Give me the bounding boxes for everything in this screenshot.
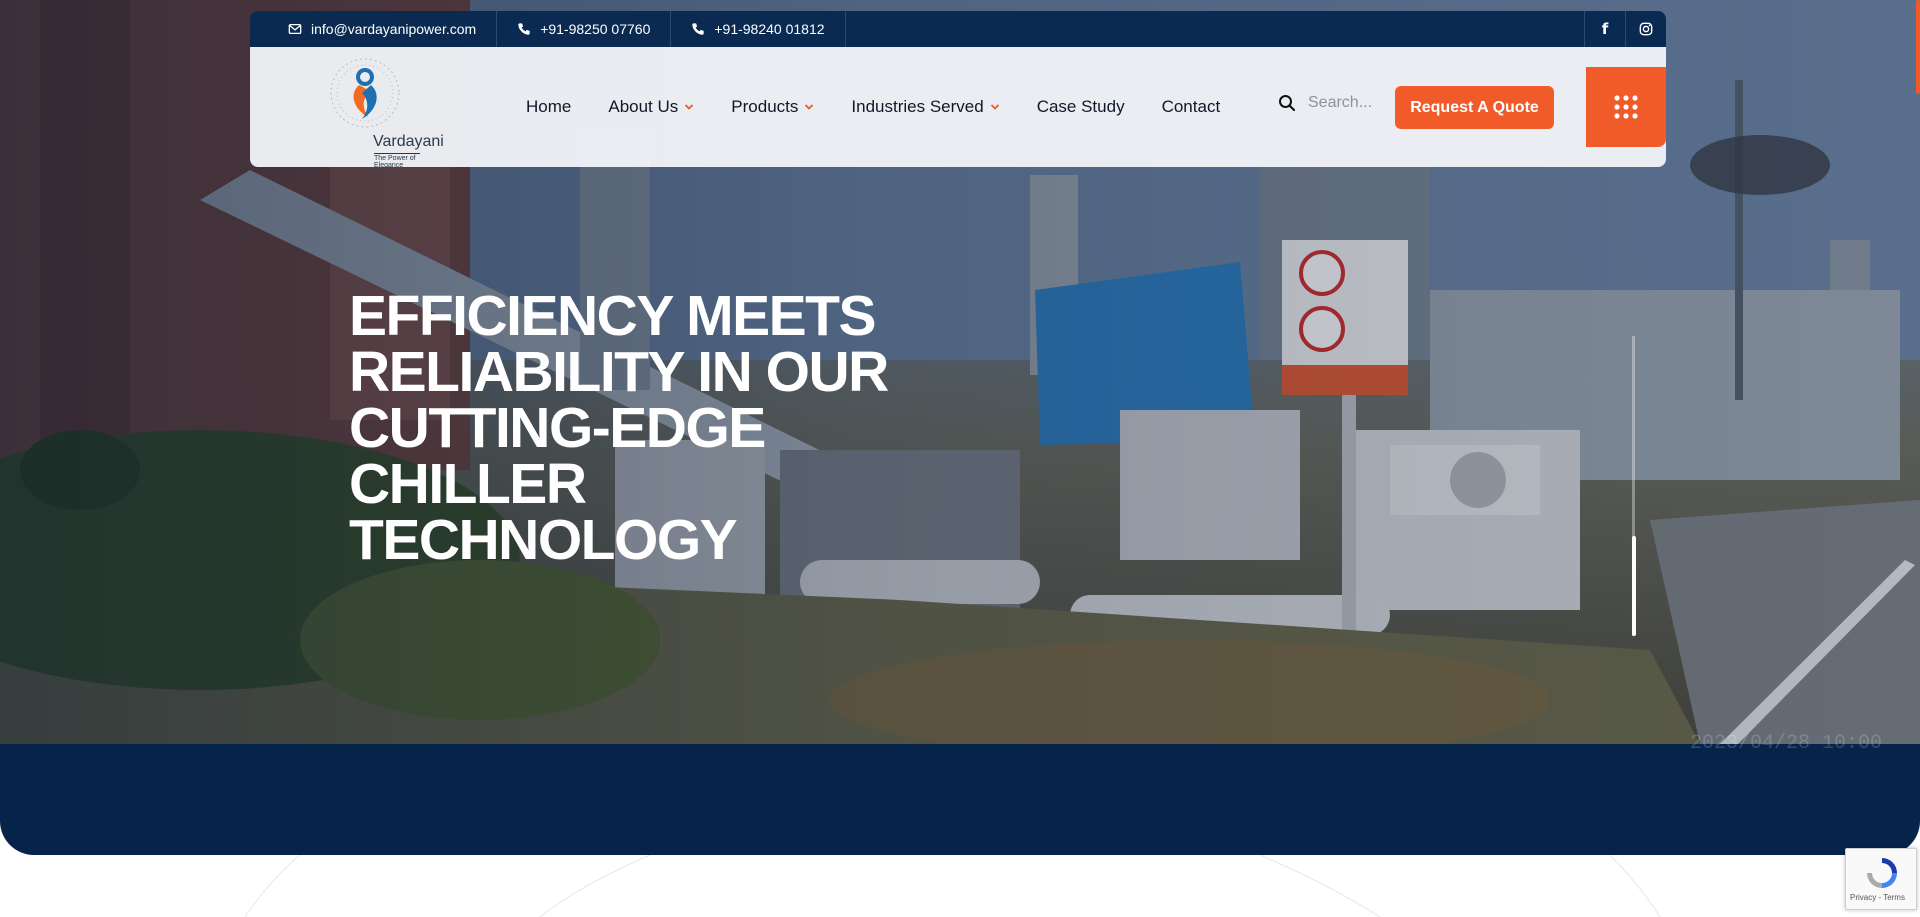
nav-contact-label: Contact <box>1161 97 1221 116</box>
recaptcha-links[interactable]: Privacy - Terms <box>1850 893 1905 902</box>
recaptcha-badge[interactable]: Privacy - Terms <box>1845 848 1917 910</box>
dots-grid-icon <box>1614 95 1638 119</box>
nav-home-label: Home <box>526 97 572 116</box>
search-box <box>1278 93 1410 113</box>
brand-name: Vardayani <box>373 133 444 150</box>
vardayani-logo-mark <box>330 58 400 128</box>
nav-industries-served[interactable]: Industries Served <box>851 97 999 117</box>
phone-text-1: +91-98250 07760 <box>540 21 651 37</box>
envelope-icon <box>288 23 302 35</box>
contact-topbar: info@vardayanipower.com +91-98250 07760 … <box>250 11 1666 47</box>
instagram-icon <box>1639 22 1653 36</box>
recaptcha-icon <box>1867 858 1897 888</box>
nav-industries-served-label: Industries Served <box>851 97 984 116</box>
scroll-accent-bar <box>1916 0 1920 94</box>
menu-grid-button[interactable] <box>1586 67 1666 147</box>
email-contact[interactable]: info@vardayanipower.com <box>250 11 498 47</box>
search-icon[interactable] <box>1278 94 1296 112</box>
primary-menu: Home About Us Products Industries Served… <box>526 47 1257 167</box>
phone-text-2: +91-98240 01812 <box>714 21 825 37</box>
facebook-link[interactable]: f <box>1584 11 1625 47</box>
instagram-link[interactable] <box>1625 11 1666 47</box>
nav-products[interactable]: Products <box>731 97 814 117</box>
nav-case-study-label: Case Study <box>1036 97 1125 116</box>
hero-headline: EFFICIENCY MEETS RELIABILITY IN OUR CUTT… <box>349 284 889 572</box>
decorative-arcs <box>244 855 1661 917</box>
phone-icon <box>692 23 705 35</box>
nav-about-us-label: About Us <box>608 97 679 116</box>
chevron-down-icon <box>685 104 694 110</box>
brand-tagline: The Power of Elegance <box>374 153 420 169</box>
slider-progress-indicator[interactable] <box>1632 536 1636 636</box>
phone-contact-2[interactable]: +91-98240 01812 <box>671 11 846 47</box>
facebook-icon: f <box>1601 20 1609 38</box>
main-navbar: Vardayani The Power of Elegance Home Abo… <box>250 47 1666 169</box>
chevron-down-icon <box>990 104 999 110</box>
phone-icon <box>518 23 530 35</box>
photo-timestamp: 2023/04/28 10:00 <box>1690 732 1883 755</box>
email-text: info@vardayanipower.com <box>311 21 477 37</box>
request-quote-button[interactable]: Request A Quote <box>1395 86 1554 129</box>
nav-products-label: Products <box>731 97 799 116</box>
brand-logo[interactable]: Vardayani The Power of Elegance <box>310 55 444 169</box>
nav-case-study[interactable]: Case Study <box>1037 97 1125 117</box>
nav-home[interactable]: Home <box>526 97 571 117</box>
phone-contact-1[interactable]: +91-98250 07760 <box>497 11 672 47</box>
nav-contact[interactable]: Contact <box>1162 97 1221 117</box>
nav-about-us[interactable]: About Us <box>608 97 694 117</box>
chevron-down-icon <box>805 104 814 110</box>
